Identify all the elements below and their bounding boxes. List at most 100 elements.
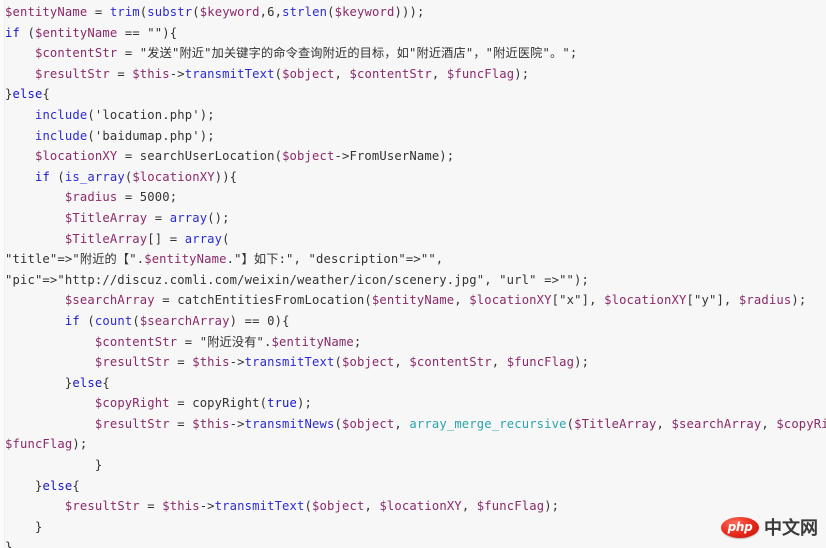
php-logo-badge: php	[721, 516, 759, 538]
code-token-builtin: array_merge_recursive	[409, 416, 567, 431]
code-line: }	[0, 517, 826, 538]
code-token-var: $searchArray	[139, 313, 230, 328]
code-token-fn: transmitText	[184, 66, 275, 81]
code-token-punc: }	[5, 87, 13, 102]
code-token-plain: ==	[117, 25, 148, 40]
code-token-plain: ->FromUserName);	[334, 149, 455, 164]
code-token-punc: ();	[207, 210, 230, 225]
code-token-punc: (	[192, 5, 200, 19]
code-token-plain: =	[117, 46, 140, 61]
code-token-punc: ,	[431, 66, 447, 81]
code-token-var: $TitleArray	[64, 231, 148, 246]
code-token-plain: ->	[169, 66, 185, 81]
code-line: $entityName = trim(substr($keyword,6,str…	[0, 2, 826, 23]
code-token-punc: (	[334, 416, 342, 431]
code-token-var: $funcFlag	[5, 437, 73, 452]
code-token-fn: substr	[147, 5, 193, 19]
code-token-punc: (	[327, 5, 335, 19]
code-line: }else{	[0, 476, 826, 497]
code-token-var: $TitleArray	[64, 210, 148, 225]
code-token-var: $entityName	[5, 5, 88, 19]
code-token-var: $entityName	[271, 334, 354, 349]
code-token-var: $TitleArray	[574, 416, 657, 431]
code-token-var: $entityName	[371, 293, 455, 308]
code-line: $TitleArray[] = array(	[0, 229, 826, 250]
code-token-punc: (	[87, 128, 95, 143]
code-token-var: $object	[312, 499, 365, 514]
code-token-plain: (	[19, 25, 35, 40]
code-token-punc: ,	[461, 499, 477, 514]
code-token-var: $keyword	[334, 5, 395, 19]
code-token-var: $keyword	[199, 5, 260, 19]
code-token-kw: else	[72, 375, 103, 390]
code-line: $copyRight = copyRight(true);	[0, 393, 826, 414]
code-token-var: $locationXY	[379, 499, 462, 514]
code-token-plain: =	[117, 149, 140, 164]
code-token-punc: ,	[394, 416, 410, 431]
code-token-fn: transmitText	[214, 499, 305, 514]
code-token-punc: (	[222, 231, 230, 246]
code-line: include('location.php');	[0, 105, 826, 126]
code-line: "pic"=>"http://discuz.comli.com/weixin/w…	[0, 270, 826, 291]
code-token-plain: copyRight(	[192, 396, 268, 411]
code-token-var: $copyRight	[776, 416, 826, 431]
code-token-num: 0	[267, 313, 275, 328]
code-token-str: ."】如下:", "description"=>"",	[226, 252, 444, 267]
code-line: $searchArray = catchEntitiesFromLocation…	[0, 290, 826, 311]
code-line: }else{	[0, 84, 826, 105]
code-token-punc: ){	[162, 25, 178, 40]
code-token-punc: );	[199, 107, 215, 122]
code-token-punc: ,	[334, 66, 350, 81]
code-token-fn: include	[34, 107, 88, 122]
code-token-var: $this	[192, 355, 230, 370]
code-token-str: "x"	[559, 293, 582, 308]
code-token-plain: catchEntitiesFromLocation(	[177, 293, 372, 308]
code-token-var: $object	[341, 416, 395, 431]
code-token-var: $funcFlag	[446, 66, 515, 81]
code-token-var: $this	[132, 66, 170, 81]
code-token-punc: ,	[761, 416, 777, 431]
code-token-plain: =	[169, 416, 193, 431]
code-token-var: $resultStr	[64, 499, 140, 514]
code-token-plain: ->	[199, 499, 215, 514]
code-token-punc: );	[791, 293, 807, 308]
code-token-punc: );	[514, 66, 530, 81]
code-token-punc: }	[34, 519, 43, 534]
code-line: $contentStr = "附近没有".$entityName;	[0, 332, 826, 353]
code-token-var: $this	[162, 499, 200, 514]
code-token-fn: count	[94, 313, 133, 328]
code-token-punc: ;	[353, 334, 362, 349]
php-code-block[interactable]: $entityName = trim(substr($keyword,6,str…	[0, 0, 826, 548]
code-token-var: $entityName	[144, 252, 227, 267]
code-token-var: $searchArray	[671, 416, 762, 431]
code-token-kw: else	[12, 87, 43, 102]
code-token-plain: =	[154, 293, 178, 308]
code-line: $funcFlag);	[0, 434, 826, 455]
code-token-str: ""	[147, 25, 163, 40]
code-token-kw: if	[5, 25, 20, 40]
code-token-punc: {	[72, 478, 80, 493]
code-token-plain: =	[117, 190, 140, 205]
code-token-punc: );	[199, 128, 215, 143]
code-token-plain: searchUserLocation(	[139, 149, 283, 164]
code-token-plain: =	[87, 5, 110, 19]
code-token-fn: trim	[109, 5, 140, 19]
code-line: "title"=>"附近的【".$entityName."】如下:", "des…	[0, 249, 826, 270]
code-token-var: $locationXY	[34, 149, 118, 164]
code-line: $locationXY = searchUserLocation($object…	[0, 146, 826, 167]
code-token-var: $locationXY	[469, 293, 552, 308]
code-token-plain: (	[79, 313, 95, 328]
code-token-str: 'baidumap.php'	[94, 128, 200, 143]
code-token-fn: array	[184, 231, 223, 246]
code-token-punc: [	[686, 293, 694, 308]
